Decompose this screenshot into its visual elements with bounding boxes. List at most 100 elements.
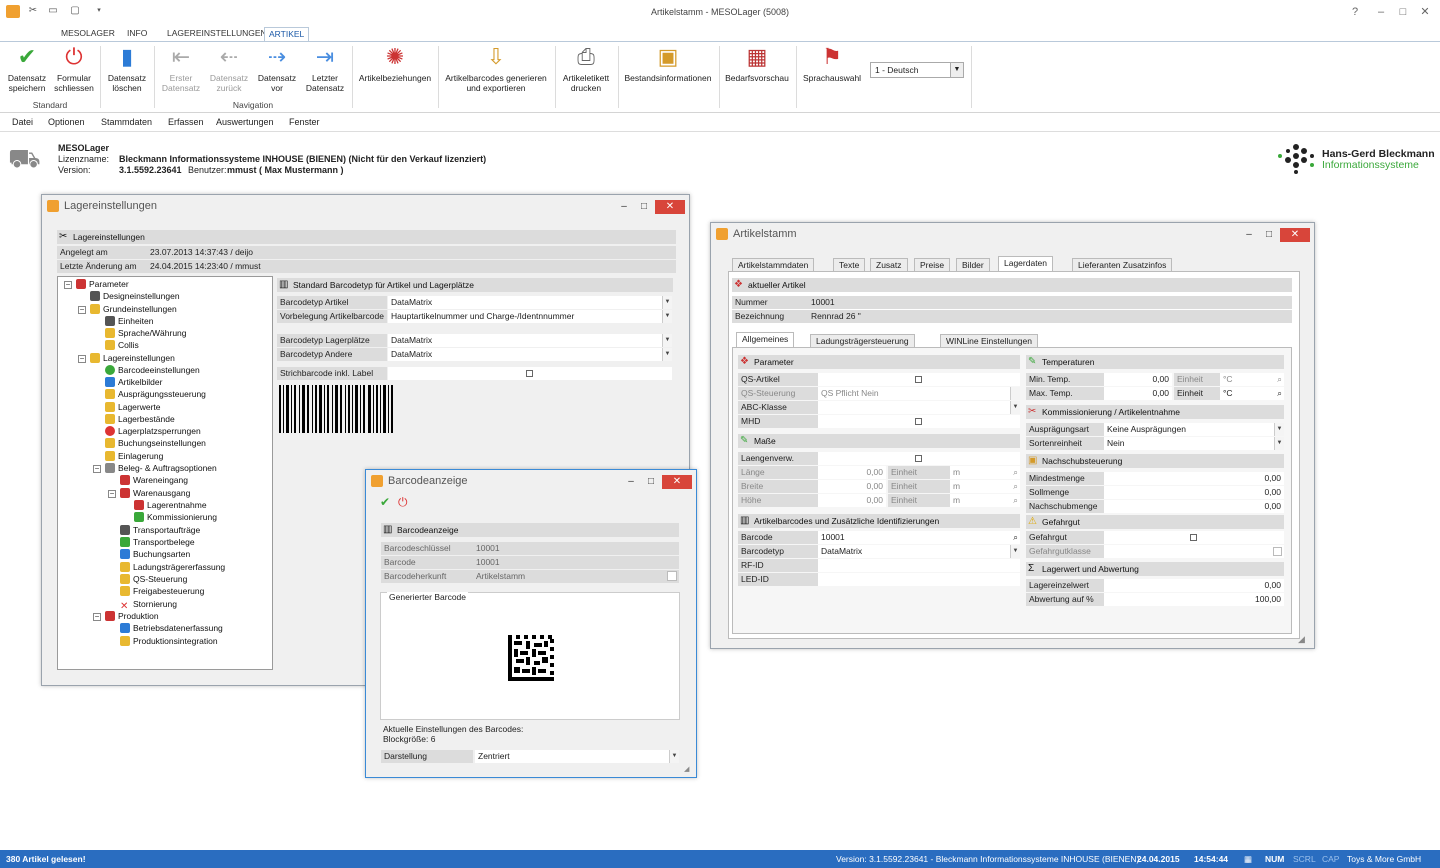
tree-item[interactable]: Buchungsarten xyxy=(120,549,190,560)
collapse-toggle[interactable]: − xyxy=(108,490,116,498)
collapse-toggle[interactable]: − xyxy=(78,306,86,314)
hazmat-checkbox[interactable] xyxy=(1190,534,1197,541)
menu-fenster[interactable]: Fenster xyxy=(289,117,320,127)
barcode-type-select[interactable]: DataMatrix ▼ xyxy=(818,545,1020,558)
tree-item[interactable]: Einlagerung xyxy=(105,451,163,462)
minimize-button[interactable]: – xyxy=(1240,228,1258,242)
tree-item[interactable]: Betriebsdatenerfassung xyxy=(120,623,223,634)
linear-barcode-checkbox[interactable] xyxy=(526,370,533,377)
tab-allgemeines[interactable]: Allgemeines xyxy=(736,332,795,347)
save-checkmark-icon[interactable]: ✔ xyxy=(380,495,390,509)
tab-zusatz[interactable]: Zusatz xyxy=(870,258,908,271)
save-record-button[interactable]: ✔ Datensatz speichern xyxy=(2,44,52,93)
replenish-quantity-input[interactable]: 0,00 xyxy=(1104,500,1284,513)
hazmat-class-field[interactable] xyxy=(1104,545,1284,558)
tree-item[interactable]: Designeinstellungen xyxy=(90,291,180,302)
tree-item[interactable]: Beleg- & Auftragsoptionen xyxy=(105,463,217,474)
lookup-button-icon[interactable] xyxy=(667,571,677,581)
tree-item[interactable]: Lagerwerte xyxy=(105,402,161,413)
language-dropdown[interactable]: 1 - Deutsch ▼ xyxy=(870,62,964,78)
tab-lagereinstellungen[interactable]: LAGEREINSTELLUNGEN xyxy=(163,27,271,42)
devaluation-input[interactable]: 100,00 xyxy=(1104,593,1284,606)
menu-stammdaten[interactable]: Stammdaten xyxy=(101,117,152,127)
maximize-button[interactable]: □ xyxy=(1394,4,1412,20)
unit-value-input[interactable]: 0,00 xyxy=(1104,579,1284,592)
maximize-button[interactable]: □ xyxy=(1260,228,1278,242)
tab-winline[interactable]: WINLine Einstellungen xyxy=(940,334,1038,347)
menu-optionen[interactable]: Optionen xyxy=(48,117,85,127)
hoehe-unit-field[interactable]: m ⌕ xyxy=(950,494,1020,507)
minimize-button[interactable]: – xyxy=(622,475,640,489)
display-mode-select[interactable]: Zentriert ▼ xyxy=(475,750,679,763)
power-icon[interactable]: ⏻ xyxy=(398,495,408,510)
tree-item[interactable]: Kommissionierung xyxy=(134,512,217,523)
tree-item[interactable]: Grundeinstellungen xyxy=(90,304,177,315)
laenge-unit-field[interactable]: m ⌕ xyxy=(950,466,1020,479)
tree-item[interactable]: Transportbelege xyxy=(120,537,195,548)
tab-lagerdaten[interactable]: Lagerdaten xyxy=(998,256,1054,271)
rfid-input[interactable] xyxy=(818,559,1020,572)
delete-record-button[interactable]: ▮ Datensatz löschen xyxy=(103,44,151,93)
stock-info-button[interactable]: ▣ Bestandsinformationen xyxy=(620,44,716,83)
tree-item[interactable]: Freigabesteuerung xyxy=(120,586,204,597)
tab-artikel[interactable]: ARTIKEL xyxy=(264,27,310,42)
tab-texte[interactable]: Texte xyxy=(833,258,866,271)
tab-lieferanten[interactable]: Lieferanten Zusatzinfos xyxy=(1072,258,1173,271)
previous-record-button[interactable]: ⇠ Datensatz zurück xyxy=(205,44,253,93)
length-checkbox[interactable] xyxy=(915,455,922,462)
barcode-type-other-select[interactable]: DataMatrix ▼ xyxy=(388,348,672,361)
print-label-button[interactable]: ⎙ Artikeletikett drucken xyxy=(558,44,614,93)
hoehe-value[interactable]: 0,00 xyxy=(818,494,886,507)
collapse-toggle[interactable]: − xyxy=(93,465,101,473)
language-select-button[interactable]: ⚑ Sprachauswahl xyxy=(799,44,865,83)
qs-control-field[interactable]: QS Pflicht Nein xyxy=(818,387,1020,400)
tree-item[interactable]: Ausprägungssteuerung xyxy=(105,389,206,400)
tree-item[interactable]: Wareneingang xyxy=(120,475,188,486)
tree-item[interactable]: Einheiten xyxy=(105,316,153,327)
sort-purity-select[interactable]: Nein ▼ xyxy=(1104,437,1284,450)
tree-item[interactable]: Produktionsintegration xyxy=(120,636,218,647)
next-record-button[interactable]: ⇢ Datensatz vor xyxy=(253,44,301,93)
tree-item[interactable]: Lagerplatzsperrungen xyxy=(105,426,201,437)
laenge-value[interactable]: 0,00 xyxy=(818,466,886,479)
close-button[interactable]: ✕ xyxy=(655,200,685,214)
tree-item[interactable]: Lagereinstellungen xyxy=(90,353,175,364)
article-relations-button[interactable]: ✺ Artikelbeziehungen xyxy=(355,44,435,83)
tab-ladungstraeger[interactable]: Ladungsträgersteuerung xyxy=(810,334,915,347)
mhd-checkbox[interactable] xyxy=(915,418,922,425)
barcode-input[interactable]: 10001 ⌕ xyxy=(818,531,1020,544)
close-form-button[interactable]: ⏻ Formular schliessen xyxy=(52,44,96,93)
barcode-type-article-select[interactable]: DataMatrix ▼ xyxy=(388,296,672,309)
tree-item[interactable]: Collis xyxy=(105,340,139,351)
tree-item[interactable]: Artikelbilder xyxy=(105,377,162,388)
last-record-button[interactable]: ⇥ Letzter Datensatz xyxy=(301,44,349,93)
min-temp-input[interactable]: 0,00 xyxy=(1104,373,1172,386)
resize-grip-icon[interactable]: ◢ xyxy=(684,765,689,773)
maximize-button[interactable]: □ xyxy=(642,475,660,489)
tree-item[interactable]: Buchungseinstellungen xyxy=(105,438,206,449)
collapse-toggle[interactable]: − xyxy=(64,281,72,289)
abc-class-select[interactable]: ▼ xyxy=(818,401,1020,414)
default-barcode-select[interactable]: Hauptartikelnummer und Charge-/Identnnum… xyxy=(388,310,672,323)
tree-item[interactable]: Warenausgang xyxy=(120,488,190,499)
help-icon[interactable]: ? xyxy=(1346,4,1364,20)
tab-preise[interactable]: Preise xyxy=(914,258,951,271)
tree-item[interactable]: Transportaufträge xyxy=(120,525,200,536)
close-button[interactable]: ✕ xyxy=(1280,228,1310,242)
demand-preview-button[interactable]: ▦ Bedarfsvorschau xyxy=(722,44,792,83)
menu-datei[interactable]: Datei xyxy=(12,117,33,127)
first-record-button[interactable]: ⇤ Erster Datensatz xyxy=(157,44,205,93)
resize-grip-icon[interactable]: ◢ xyxy=(1298,634,1305,645)
tree-item[interactable]: QS-Steuerung xyxy=(120,574,187,585)
tree-item[interactable]: Barcodeeinstellungen xyxy=(105,365,200,376)
menu-erfassen[interactable]: Erfassen xyxy=(168,117,204,127)
target-quantity-input[interactable]: 0,00 xyxy=(1104,486,1284,499)
collapse-toggle[interactable]: − xyxy=(78,355,86,363)
barcode-type-locations-select[interactable]: DataMatrix ▼ xyxy=(388,334,672,347)
minimize-button[interactable]: – xyxy=(1372,4,1390,20)
tab-info[interactable]: INFO xyxy=(123,27,151,42)
collapse-toggle[interactable]: − xyxy=(93,613,101,621)
qs-article-checkbox[interactable] xyxy=(915,376,922,383)
max-temp-input[interactable]: 0,00 xyxy=(1104,387,1172,400)
tab-mesolager[interactable]: MESOLAGER xyxy=(57,27,119,42)
